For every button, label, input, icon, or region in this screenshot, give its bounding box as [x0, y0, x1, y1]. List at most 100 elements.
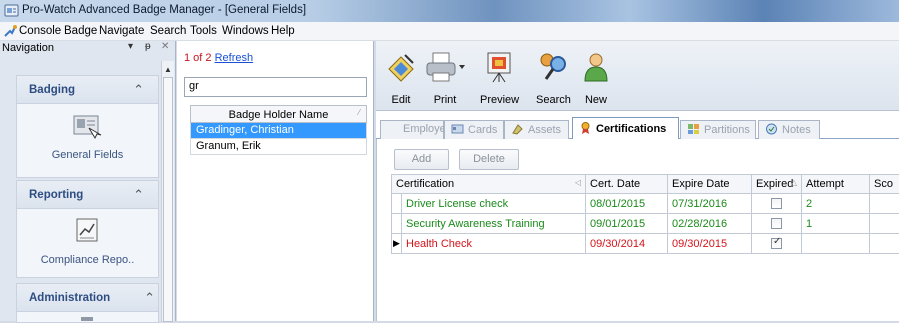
admin-icon: [79, 316, 95, 322]
nav-group-header-reporting[interactable]: Reporting ⌃: [17, 181, 158, 209]
sort-icon: △: [791, 178, 797, 187]
tab-certifications[interactable]: Certifications: [572, 117, 679, 140]
grid-header-row: Certification ◁ Cert. Date Expire Date Ex…: [392, 175, 899, 194]
list-item[interactable]: Granum, Erik: [190, 139, 367, 155]
edit-icon: [385, 51, 417, 83]
column-header-label: Cert. Date: [590, 178, 640, 190]
sort-icon: ⁄: [359, 108, 360, 117]
menu-help[interactable]: Help: [271, 25, 295, 37]
toolbar-label: Edit: [390, 94, 412, 106]
nav-group-header-administration[interactable]: Administration ⌃: [17, 284, 158, 312]
tab-cards[interactable]: Cards: [444, 120, 504, 139]
menu-windows[interactable]: Windows: [222, 25, 269, 37]
certifications-grid: Certification ◁ Cert. Date Expire Date Ex…: [391, 174, 899, 254]
navigation-scrollbar[interactable]: ▲: [161, 61, 174, 321]
cell-score: [870, 234, 899, 254]
column-header-expired[interactable]: Expired△: [752, 175, 802, 194]
app-icon: [4, 3, 19, 18]
navigation-pane: Navigation ▾ ᵽ ✕ ▲ Badging ⌃ General Fie…: [0, 41, 176, 321]
nav-item-administration[interactable]: [17, 312, 158, 323]
tab-partitions[interactable]: Partitions: [680, 120, 756, 139]
search-input[interactable]: gr: [184, 77, 367, 97]
nav-group-administration: Administration ⌃: [16, 283, 159, 323]
details-pane: Edit Print Preview: [376, 41, 899, 321]
row-indicator: [392, 214, 402, 234]
badge-fields-icon: [71, 114, 103, 140]
cell-expire-date: 07/31/2016: [668, 194, 752, 214]
nav-group-title: Badging: [29, 84, 75, 96]
cell-cert-date: 08/01/2015: [586, 194, 668, 214]
column-header-cert-date[interactable]: Cert. Date: [586, 175, 668, 194]
print-icon: [423, 51, 467, 83]
sort-icon: ◁: [575, 178, 581, 187]
list-item[interactable]: Gradinger, Christian: [190, 123, 367, 139]
row-indicator: [392, 194, 402, 214]
navigation-header: Navigation ▾ ᵽ ✕: [0, 41, 176, 57]
column-header-certification[interactable]: Certification ◁: [392, 175, 586, 194]
tab-strip: Employee Cards Assets Certifications Par…: [376, 117, 899, 139]
scroll-up-icon[interactable]: ▲: [164, 65, 172, 74]
tab-label: Notes: [782, 124, 811, 136]
column-header-expire-date[interactable]: Expire Date: [668, 175, 752, 194]
pin-icon[interactable]: ᵽ: [145, 41, 151, 52]
menu-console[interactable]: Console: [19, 25, 61, 37]
tab-assets[interactable]: Assets: [504, 120, 569, 139]
assets-icon: [511, 123, 524, 135]
add-button[interactable]: Add: [394, 149, 449, 170]
refresh-link[interactable]: Refresh: [215, 52, 254, 64]
column-header-attempt[interactable]: Attempt: [802, 175, 870, 194]
print-button[interactable]: Print: [422, 51, 468, 109]
tab-notes[interactable]: Notes: [758, 120, 820, 139]
close-icon[interactable]: ✕: [161, 41, 169, 52]
column-header-label: Certification: [396, 178, 454, 190]
toolbar-label: New: [583, 94, 609, 106]
collapse-icon[interactable]: ⌃: [144, 290, 155, 306]
table-row[interactable]: Driver License check 08/01/2015 07/31/20…: [392, 194, 899, 214]
cell-score: [870, 194, 899, 214]
cards-icon: [451, 123, 464, 135]
nav-item-compliance-report[interactable]: Compliance Repo..: [17, 209, 158, 278]
toolbar-label: Search: [536, 94, 570, 106]
expired-checkbox[interactable]: [771, 218, 782, 229]
new-button[interactable]: New: [583, 51, 609, 109]
cell-cert-date: 09/30/2014: [586, 234, 668, 254]
table-row[interactable]: Security Awareness Training 09/01/2015 0…: [392, 214, 899, 234]
search-button[interactable]: Search: [536, 51, 570, 109]
certifications-icon: [579, 122, 592, 134]
nav-group-reporting: Reporting ⌃ Compliance Repo..: [16, 180, 159, 278]
nav-item-general-fields[interactable]: General Fields: [17, 104, 158, 178]
cell-attempt: [802, 234, 870, 254]
column-header-label: Expired: [756, 178, 793, 190]
current-row-arrow-icon: ▶: [392, 234, 402, 254]
nav-item-label: General Fields: [17, 149, 158, 161]
menu-tools[interactable]: Tools: [190, 25, 217, 37]
cell-certification: Health Check: [402, 234, 586, 254]
toolbar-label: Print: [422, 94, 468, 106]
collapse-icon[interactable]: ⌃: [133, 82, 144, 98]
collapse-icon[interactable]: ⌃: [133, 187, 144, 203]
column-header-score[interactable]: Sco: [870, 175, 899, 194]
tab-employee[interactable]: Employee: [380, 120, 444, 139]
menu-navigate[interactable]: Navigate: [99, 25, 144, 37]
cell-expire-date: 02/28/2016: [668, 214, 752, 234]
cell-certification: Security Awareness Training: [402, 214, 586, 234]
cell-attempt: 1: [802, 214, 870, 234]
notes-icon: [765, 123, 778, 135]
dropdown-icon[interactable]: ▾: [128, 41, 133, 52]
tab-label: Cards: [468, 124, 497, 136]
table-row[interactable]: ▶ Health Check 09/30/2014 09/30/2015: [392, 234, 899, 254]
expired-checkbox[interactable]: [771, 238, 782, 249]
record-position: 1 of 2: [184, 52, 212, 64]
preview-icon: [483, 51, 515, 83]
expired-checkbox[interactable]: [771, 198, 782, 209]
preview-button[interactable]: Preview: [480, 51, 518, 109]
edit-button[interactable]: Edit: [390, 51, 412, 109]
scroll-thumb[interactable]: [163, 77, 173, 322]
nav-group-header-badging[interactable]: Badging ⌃: [17, 76, 158, 104]
column-header-label: Sco: [874, 178, 893, 190]
menu-search[interactable]: Search: [150, 25, 186, 37]
delete-button[interactable]: Delete: [459, 149, 519, 170]
menu-badge[interactable]: Badge: [64, 25, 97, 37]
toolbar: Edit Print Preview: [376, 41, 899, 111]
column-header-badge-holder-name[interactable]: Badge Holder Name ⁄: [190, 105, 367, 123]
